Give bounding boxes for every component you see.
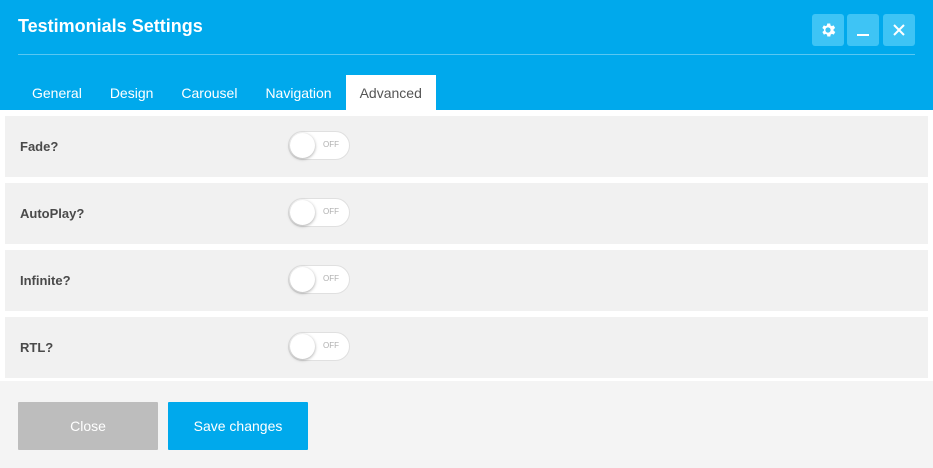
setting-row-rtl: RTL? OFF bbox=[5, 317, 928, 378]
infinite-toggle[interactable]: OFF bbox=[288, 265, 350, 294]
save-changes-button[interactable]: Save changes bbox=[168, 402, 308, 450]
toggle-knob bbox=[290, 133, 315, 158]
autoplay-toggle[interactable]: OFF bbox=[288, 198, 350, 227]
toggle-knob bbox=[290, 267, 315, 292]
setting-row-autoplay: AutoPlay? OFF bbox=[5, 183, 928, 244]
setting-label: AutoPlay? bbox=[20, 206, 85, 221]
tab-carousel[interactable]: Carousel bbox=[167, 75, 251, 110]
toggle-state-text: OFF bbox=[323, 207, 339, 216]
rtl-toggle[interactable]: OFF bbox=[288, 332, 350, 361]
setting-row-infinite: Infinite? OFF bbox=[5, 250, 928, 311]
toggle-state-text: OFF bbox=[323, 341, 339, 350]
setting-row-fade: Fade? OFF bbox=[5, 116, 928, 177]
dialog-header: Testimonials Settings General Design Car… bbox=[0, 0, 933, 110]
toggle-state-text: OFF bbox=[323, 140, 339, 149]
toggle-knob bbox=[290, 200, 315, 225]
setting-label: Fade? bbox=[20, 139, 59, 154]
settings-button[interactable] bbox=[812, 14, 844, 46]
header-divider bbox=[18, 54, 915, 55]
dialog-title: Testimonials Settings bbox=[18, 16, 203, 36]
tab-general[interactable]: General bbox=[18, 75, 96, 110]
tab-bar: General Design Carousel Navigation Advan… bbox=[18, 75, 436, 110]
dialog-footer: Close Save changes bbox=[0, 381, 933, 468]
tab-navigation[interactable]: Navigation bbox=[251, 75, 345, 110]
minimize-icon bbox=[857, 34, 869, 36]
toggle-knob bbox=[290, 334, 315, 359]
close-icon bbox=[893, 24, 905, 36]
toggle-state-text: OFF bbox=[323, 274, 339, 283]
gear-icon bbox=[822, 23, 836, 37]
close-dialog-button[interactable]: Close bbox=[18, 402, 158, 450]
close-button[interactable] bbox=[883, 14, 915, 46]
minimize-button[interactable] bbox=[847, 14, 879, 46]
tab-advanced[interactable]: Advanced bbox=[345, 75, 436, 110]
tab-design[interactable]: Design bbox=[96, 75, 168, 110]
setting-label: RTL? bbox=[20, 340, 54, 355]
fade-toggle[interactable]: OFF bbox=[288, 131, 350, 160]
setting-label: Infinite? bbox=[20, 273, 71, 288]
